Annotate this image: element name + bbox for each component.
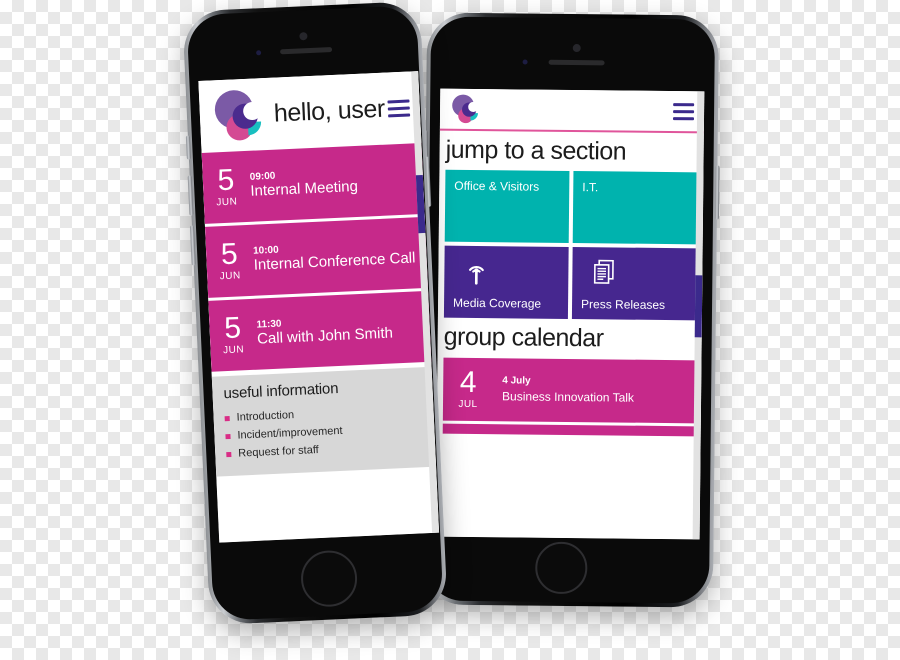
- event-body: 09:00 Internal Meeting: [250, 164, 418, 200]
- hamburger-menu-button-front[interactable]: [387, 97, 411, 119]
- event-month: JUN: [219, 270, 241, 283]
- event-title: Business Innovation Talk: [502, 388, 635, 405]
- tile-press-releases[interactable]: Press Releases: [571, 247, 697, 321]
- power-button[interactable]: [714, 165, 720, 220]
- jump-to-section-title: jump to a section: [445, 135, 627, 166]
- volume-up-button[interactable]: [187, 175, 194, 216]
- tile-label: Media Coverage: [452, 295, 542, 311]
- greeting-text: hello, user: [273, 94, 386, 128]
- phone-bezel-back: jump to a section Office & Visitors I.T.: [424, 16, 716, 604]
- home-button[interactable]: [299, 549, 359, 608]
- section-tile-grid: Office & Visitors I.T. Media Coverage Pr…: [438, 169, 704, 321]
- event-month: JUN: [222, 344, 245, 357]
- tile-media-coverage[interactable]: Media Coverage: [443, 245, 569, 320]
- scrollbar-thumb-front[interactable]: [415, 174, 426, 234]
- phone-screen-front: hello, user 5 JUN 09:00 Internal Meeting…: [198, 71, 440, 543]
- event-card[interactable]: 5 JUN 09:00 Internal Meeting: [201, 142, 425, 224]
- event-month: JUL: [458, 398, 478, 410]
- list-item[interactable]: Introduction: [224, 403, 423, 424]
- scrollbar-thumb-back[interactable]: [694, 275, 703, 338]
- useful-information-list: Introduction Incident/improvement Reques…: [224, 403, 425, 460]
- broadcast-icon: [459, 254, 493, 288]
- event-date: 4 JUL: [453, 365, 483, 410]
- useful-information-title: useful information: [223, 380, 339, 403]
- phone-device-front: hello, user 5 JUN 09:00 Internal Meeting…: [182, 0, 448, 626]
- event-day: 4: [459, 365, 477, 399]
- tile-label: Press Releases: [580, 297, 666, 313]
- event-card[interactable]: 5 JUN 11:30 Call with John Smith: [208, 290, 432, 372]
- hamburger-line: [672, 116, 695, 120]
- screenshot-stage: jump to a section Office & Visitors I.T.: [0, 0, 900, 660]
- app-jump-to-section: jump to a section Office & Visitors I.T.: [435, 88, 705, 540]
- documents-icon: [587, 255, 621, 289]
- phone-bezel-front: hello, user 5 JUN 09:00 Internal Meeting…: [186, 5, 444, 621]
- event-body: 11:30 Call with John Smith: [256, 312, 424, 348]
- list-item[interactable]: Request for staff: [226, 439, 425, 460]
- event-card[interactable]: 5 JUN 10:00 Internal Conference Call: [204, 216, 428, 298]
- proximity-sensor-icon: [522, 59, 528, 65]
- phone-screen-back: jump to a section Office & Visitors I.T.: [435, 88, 705, 540]
- tile-office-and-visitors[interactable]: Office & Visitors: [444, 169, 570, 244]
- silent-switch[interactable]: [185, 135, 191, 160]
- earpiece-speaker: [548, 59, 605, 66]
- company-logo-icon: [448, 92, 482, 126]
- event-date-label: 4 July: [502, 374, 531, 387]
- calendar-event-card[interactable]: 4 JUL 4 July Business Innovation Talk: [442, 357, 696, 423]
- tile-label: Office & Visitors: [454, 179, 540, 194]
- earpiece-speaker: [280, 46, 333, 55]
- calendar-event-card-partial[interactable]: [442, 423, 695, 436]
- app-home-dashboard: hello, user 5 JUN 09:00 Internal Meeting…: [198, 71, 440, 543]
- hamburger-menu-button-back[interactable]: [672, 101, 695, 122]
- hamburger-line: [388, 112, 411, 117]
- group-calendar-title: group calendar: [443, 322, 604, 353]
- event-date: 5 JUN: [217, 311, 249, 357]
- hamburger-line: [387, 105, 410, 110]
- tile-it[interactable]: I.T.: [572, 171, 698, 245]
- event-day: 5: [223, 311, 242, 346]
- company-logo-icon: [207, 84, 270, 147]
- event-date: 5 JUN: [214, 237, 246, 283]
- front-camera-icon: [299, 32, 308, 41]
- list-item[interactable]: Incident/improvement: [225, 421, 424, 442]
- event-day: 5: [216, 163, 235, 198]
- tile-label: I.T.: [582, 180, 599, 195]
- event-list: 5 JUN 09:00 Internal Meeting 5 JUN 10:00…: [201, 142, 432, 372]
- volume-down-button[interactable]: [189, 225, 196, 266]
- hamburger-line: [673, 102, 695, 106]
- event-body: 4 July Business Innovation Talk: [502, 375, 634, 404]
- useful-information-panel: useful information Introduction Incident…: [211, 366, 437, 477]
- phone-device-back: jump to a section Office & Visitors I.T.: [420, 12, 720, 608]
- hamburger-line: [673, 109, 695, 113]
- front-camera-icon: [572, 44, 581, 53]
- home-button[interactable]: [535, 541, 588, 595]
- event-date: 5 JUN: [210, 163, 242, 209]
- event-body: 10:00 Internal Conference Call: [253, 238, 421, 274]
- proximity-sensor-icon: [256, 50, 262, 56]
- hamburger-line: [387, 98, 410, 103]
- app-header-back: [439, 88, 705, 134]
- event-day: 5: [220, 237, 239, 272]
- event-month: JUN: [216, 196, 238, 209]
- app-header-front: hello, user: [198, 71, 422, 153]
